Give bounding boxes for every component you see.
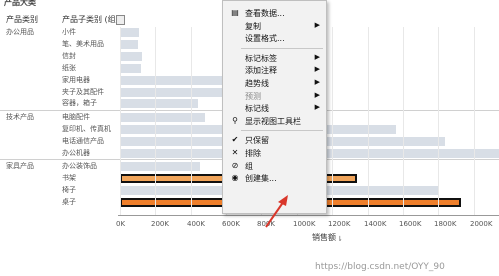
menu-item[interactable]: 趋势线 ▶: [223, 77, 326, 90]
category-label[interactable]: 技术产品: [6, 113, 34, 121]
menu-item-label: 组: [245, 161, 253, 171]
submenu-arrow-icon: ▶: [314, 65, 320, 74]
x-tick-label: 0K: [116, 220, 126, 228]
x-tick-label: 1400K: [364, 220, 387, 228]
subcategory-label[interactable]: 书架: [62, 174, 76, 182]
gridline: [438, 27, 439, 215]
sheet-title: 产品大类: [4, 0, 36, 7]
bar-mark[interactable]: [120, 52, 142, 61]
bar-mark[interactable]: [120, 99, 198, 108]
menu-item-label: 排除: [245, 149, 261, 158]
subcategory-label[interactable]: 椅子: [62, 186, 76, 194]
menu-separator: [241, 47, 323, 49]
menu-item[interactable]: ⊘ 组: [223, 160, 326, 173]
x-tick-label: 2000K: [470, 220, 493, 228]
menu-item[interactable]: 预测 ▶: [223, 90, 326, 103]
table-icon: ▤: [231, 8, 239, 17]
bar-mark[interactable]: [120, 64, 141, 73]
gridline: [155, 27, 156, 215]
bar-mark[interactable]: [120, 40, 138, 49]
bar-mark[interactable]: [120, 162, 200, 171]
menu-item[interactable]: 添加注释 ▶: [223, 64, 326, 77]
menu-item[interactable]: ⚲ 显示视图工具栏: [223, 115, 326, 128]
x-axis-label[interactable]: 销售额: [312, 234, 336, 242]
menu-item-label: 趋势线: [245, 79, 269, 88]
submenu-arrow-icon: ▶: [314, 20, 320, 29]
x-tick-label: 1600K: [399, 220, 422, 228]
subcategory-label[interactable]: 信封: [62, 52, 76, 60]
gridline: [191, 27, 192, 215]
subcategory-label[interactable]: 纸张: [62, 64, 76, 72]
subcategory-label[interactable]: 家用电器: [62, 76, 90, 84]
watermark-url: https://blog.csdn.net/OYY_90: [315, 262, 445, 272]
menu-item-label: 复制: [245, 21, 261, 31]
x-tick-label: 400K: [187, 220, 205, 228]
subcategory-label[interactable]: 复印机、传真机: [62, 125, 111, 133]
submenu-arrow-icon: ▶: [314, 78, 320, 86]
bar-mark[interactable]: [120, 113, 205, 122]
sort-icon[interactable]: ⇂: [337, 235, 343, 243]
subcategory-label[interactable]: 电脑配件: [62, 113, 90, 121]
subcategory-label[interactable]: 办公装饰品: [62, 162, 97, 170]
submenu-arrow-icon: ▶: [314, 52, 320, 61]
subcategory-label[interactable]: 桌子: [62, 198, 76, 206]
menu-item-label: 查看数据...: [245, 9, 285, 18]
category-label[interactable]: 办公用品: [6, 28, 34, 36]
set-icon: ◉: [231, 173, 239, 183]
filter-icon[interactable]: [116, 15, 125, 25]
bar-mark[interactable]: [120, 28, 139, 37]
menu-item[interactable]: ✔ 只保留: [223, 134, 326, 147]
menu-item[interactable]: 标记线 ▶: [223, 102, 326, 115]
menu-separator: [241, 130, 323, 132]
column-header-subcategory[interactable]: 产品子类别 (组): [62, 16, 119, 24]
x-tick-label: 200K: [151, 220, 169, 228]
x-icon: ✕: [231, 148, 239, 157]
paperclip-icon: ⊘: [231, 160, 239, 170]
subcategory-label[interactable]: 电话通信产品: [62, 137, 104, 145]
menu-item-label: 添加注释: [245, 66, 277, 76]
check-icon: ✔: [231, 135, 239, 145]
submenu-arrow-icon: ▶: [314, 103, 320, 112]
context-menu: ▤ 查看数据... 复制 ▶ 设置格式... 标记标签 ▶ 添加注释 ▶ 趋势线 ▶ 预测 ▶ 标记线 ▶ ⚲…: [222, 0, 327, 214]
subcategory-label[interactable]: 容器，箱子: [62, 99, 97, 107]
menu-item[interactable]: 设置格式...: [223, 32, 326, 45]
menu-item[interactable]: ▤ 查看数据...: [223, 7, 326, 20]
menu-item-label: 设置格式...: [245, 34, 285, 44]
gridline: [474, 27, 475, 215]
menu-item-label: 创建集...: [245, 174, 277, 184]
subcategory-label[interactable]: 办公机器: [62, 149, 90, 157]
category-label[interactable]: 家具产品: [6, 162, 34, 170]
subcategory-label[interactable]: 夹子及其配件: [62, 88, 104, 96]
gridline: [368, 27, 369, 215]
menu-item-label: 标记标签: [245, 53, 277, 63]
x-tick-label: 600K: [222, 220, 240, 228]
column-header-category[interactable]: 产品类别: [6, 16, 38, 24]
zoom-icon: ⚲: [232, 115, 238, 125]
gridline: [332, 27, 333, 215]
annotation-arrow: [265, 195, 288, 228]
menu-item[interactable]: 标记标签 ▶: [223, 52, 326, 65]
gridline: [120, 27, 121, 215]
subcategory-label[interactable]: 小件: [62, 28, 76, 36]
gridline: [403, 27, 404, 215]
menu-item-label: 显示视图工具栏: [245, 116, 301, 126]
menu-item-label: 只保留: [245, 136, 269, 146]
subcategory-label[interactable]: 笔、美术用品: [62, 40, 104, 48]
x-tick-label: 1800K: [434, 220, 457, 228]
submenu-arrow-icon: ▶: [314, 90, 320, 99]
menu-item[interactable]: ◉ 创建集...: [223, 172, 326, 185]
menu-item[interactable]: 复制 ▶: [223, 20, 326, 33]
x-tick-label: 1200K: [328, 220, 351, 228]
menu-item-label: 标记线: [245, 104, 269, 114]
menu-item-label: 预测: [245, 91, 261, 101]
menu-item[interactable]: ✕ 排除: [223, 147, 326, 160]
